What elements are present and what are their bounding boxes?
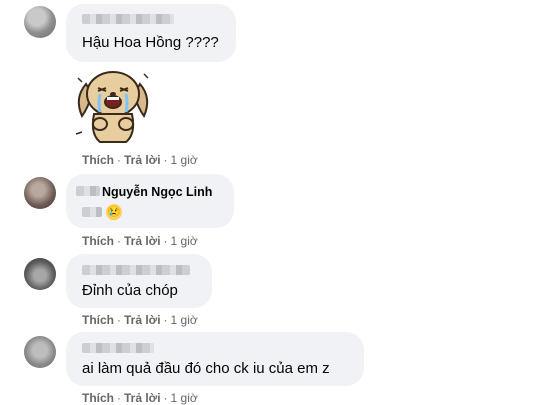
comment-actions: Thích · Trả lời · 1 giờ: [82, 391, 198, 405]
avatar[interactable]: [24, 336, 56, 368]
comment-actions: Thích · Trả lời · 1 giờ: [82, 313, 198, 327]
avatar[interactable]: [24, 6, 56, 38]
separator: ·: [117, 313, 121, 327]
blurred-author-name[interactable]: [82, 14, 174, 24]
comment-actions: Thích · Trả lời · 1 giờ: [82, 234, 198, 248]
separator: ·: [163, 391, 168, 405]
reply-button[interactable]: Trả lời: [124, 153, 161, 167]
reply-button[interactable]: Trả lời: [124, 313, 161, 327]
comment-actions: Thích · Trả lời · 1 giờ: [82, 153, 198, 167]
avatar[interactable]: [24, 258, 56, 290]
timestamp[interactable]: 1 giờ: [171, 234, 198, 248]
timestamp[interactable]: 1 giờ: [171, 313, 198, 327]
blurred-author-name[interactable]: [76, 186, 100, 196]
comment-bubble: Hậu Hoa Hồng ????: [66, 4, 236, 62]
crying-dog-sticker: [75, 71, 149, 143]
separator: ·: [117, 234, 121, 248]
separator: ·: [117, 391, 121, 405]
like-button[interactable]: Thích: [82, 313, 114, 327]
timestamp[interactable]: 1 giờ: [171, 391, 198, 405]
like-button[interactable]: Thích: [82, 234, 114, 248]
separator: ·: [117, 153, 121, 167]
blurred-text: [82, 207, 102, 217]
like-button[interactable]: Thích: [82, 153, 114, 167]
timestamp[interactable]: 1 giờ: [171, 153, 198, 167]
reply-button[interactable]: Trả lời: [124, 234, 161, 248]
comment-bubble: Nguyễn Ngọc Linh 😢: [66, 174, 234, 228]
crying-face-emoji: 😢: [106, 204, 122, 220]
separator: ·: [163, 153, 168, 167]
blurred-author-name[interactable]: [82, 265, 190, 275]
comment-text: Hậu Hoa Hồng ????: [82, 34, 219, 51]
comment-bubble: Đỉnh của chóp: [66, 254, 212, 308]
like-button[interactable]: Thích: [82, 391, 114, 405]
comment-text: Đỉnh của chóp: [82, 282, 178, 299]
blurred-author-name[interactable]: [82, 343, 154, 353]
separator: ·: [163, 313, 168, 327]
comment-text: ai làm quả đầu đó cho ck iu của em z: [82, 360, 330, 377]
avatar[interactable]: [24, 177, 56, 209]
author-name[interactable]: Nguyễn Ngọc Linh: [102, 185, 212, 199]
comment-bubble: ai làm quả đầu đó cho ck iu của em z: [66, 332, 364, 386]
separator: ·: [163, 234, 168, 248]
reply-button[interactable]: Trả lời: [124, 391, 161, 405]
